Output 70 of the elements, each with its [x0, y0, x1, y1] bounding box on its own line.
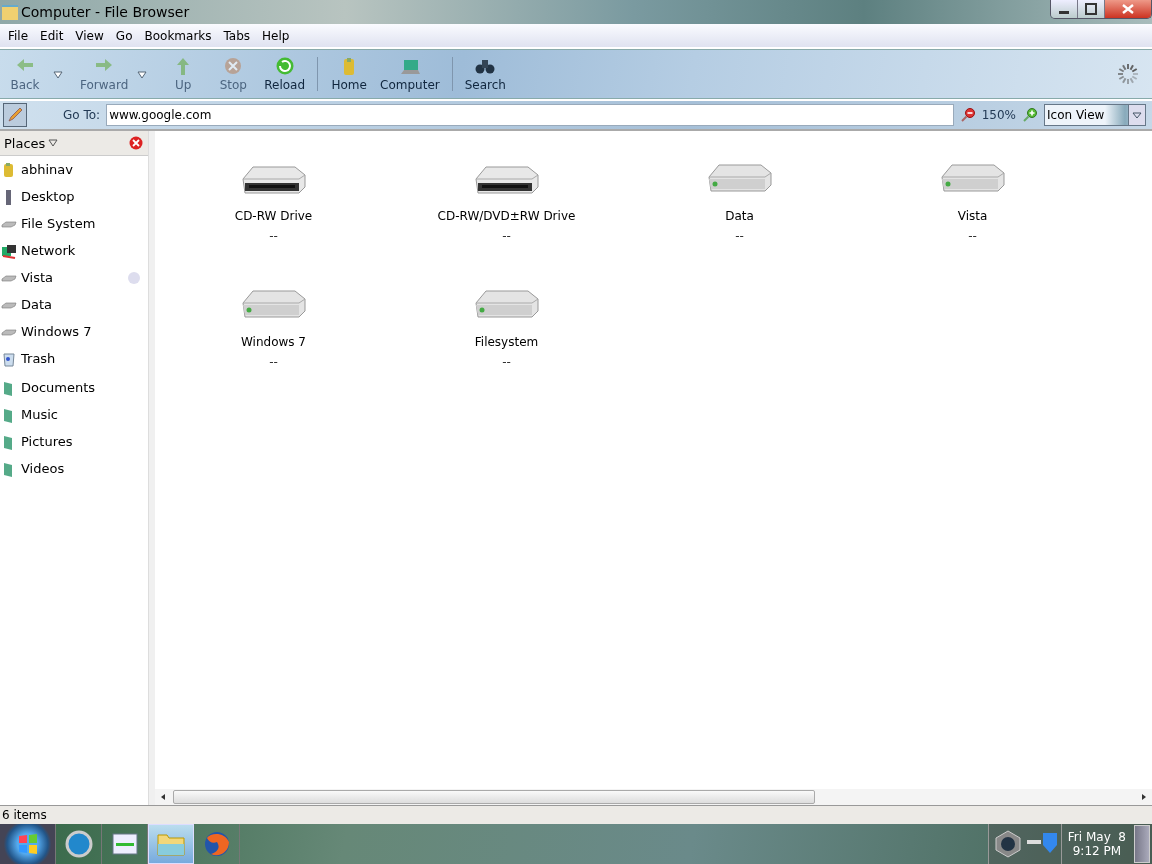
show-desktop-button[interactable]: [1134, 825, 1150, 863]
file-name: Filesystem: [474, 335, 539, 349]
folder-icon: [2, 4, 18, 20]
drive-item[interactable]: Data --: [623, 157, 856, 257]
caret-icon: [137, 70, 148, 79]
go-to-label: Go To:: [63, 108, 101, 122]
menu-item[interactable]: Tabs: [217, 25, 257, 46]
sidebar-item[interactable]: Network: [0, 237, 148, 264]
search-button[interactable]: Search: [458, 56, 512, 92]
pencil-icon: [7, 107, 23, 123]
view-dropdown[interactable]: Icon View: [1044, 104, 1146, 126]
file-name: CD-RW/DVD±RW Drive: [437, 209, 576, 223]
file-info: --: [968, 229, 977, 243]
scroll-left-icon[interactable]: [159, 793, 167, 801]
drive-item[interactable]: Filesystem --: [390, 283, 623, 383]
zoom-in-icon[interactable]: [1022, 107, 1038, 123]
sidebar-item[interactable]: Documents: [0, 374, 148, 401]
close-icon[interactable]: [129, 136, 143, 150]
menu-item[interactable]: Help: [256, 25, 296, 46]
horizontal-scrollbar[interactable]: [155, 789, 1152, 805]
file-info: --: [269, 355, 278, 369]
drive-item[interactable]: Windows 7 --: [157, 283, 390, 383]
file-info: --: [735, 229, 744, 243]
zoom-out-icon[interactable]: [959, 107, 976, 123]
drive-item[interactable]: Vista --: [856, 157, 1089, 257]
home-button[interactable]: Home: [324, 56, 375, 92]
address-field[interactable]: www.google.com: [106, 104, 954, 126]
close-button[interactable]: [1105, 0, 1151, 18]
sidebar-item[interactable]: Music: [0, 401, 148, 428]
scroll-right-icon[interactable]: [1140, 793, 1148, 801]
close-icon: [1122, 4, 1134, 14]
sidebar-item[interactable]: File System: [0, 210, 148, 237]
sidebar-item[interactable]: Trash: [0, 345, 148, 372]
sidebar-item[interactable]: Vista: [0, 264, 148, 291]
caret-icon: [1128, 105, 1145, 125]
caret-icon: [53, 70, 63, 79]
menu-item[interactable]: Edit: [34, 25, 70, 46]
computer-button[interactable]: Computer: [374, 56, 446, 92]
file-info: --: [269, 229, 278, 243]
caret-icon: [48, 139, 59, 147]
minimize-button[interactable]: [1051, 0, 1078, 18]
flag-icon: [16, 833, 39, 855]
file-name: Vista: [957, 209, 988, 223]
menu-item[interactable]: Bookmarks: [138, 25, 218, 46]
window-title: Computer - File Browser: [21, 4, 191, 20]
start-button[interactable]: [0, 824, 56, 864]
trash-icon: [1, 350, 17, 367]
menu-item[interactable]: View: [69, 25, 110, 46]
menu-item[interactable]: Go: [109, 25, 139, 46]
spinner-icon: [1116, 62, 1140, 86]
file-info: --: [502, 355, 511, 369]
sidebar-item[interactable]: Pictures: [0, 428, 148, 455]
sidebar-item[interactable]: abhinav: [0, 156, 148, 183]
reload-button[interactable]: Reload: [258, 56, 312, 92]
file-info: --: [502, 229, 511, 243]
sidebar-item[interactable]: Data: [0, 291, 148, 318]
drive-item[interactable]: CD-RW/DVD±RW Drive --: [390, 157, 623, 257]
zoom-level: 150%: [981, 108, 1016, 122]
file-name: Windows 7: [241, 335, 306, 349]
item-count: 6 items: [2, 808, 47, 822]
maximize-button[interactable]: [1078, 0, 1105, 18]
places-dropdown[interactable]: Places: [0, 135, 59, 151]
file-name: CD-RW Drive: [234, 209, 313, 223]
sidebar-item[interactable]: Windows 7: [0, 318, 148, 345]
sidebar-item[interactable]: Desktop: [0, 183, 148, 210]
file-name: Data: [725, 209, 754, 223]
sidebar-item[interactable]: Videos: [0, 455, 148, 482]
drive-item[interactable]: CD-RW Drive --: [157, 157, 390, 257]
menu-item[interactable]: File: [2, 25, 35, 46]
pencil-button[interactable]: [3, 103, 27, 127]
